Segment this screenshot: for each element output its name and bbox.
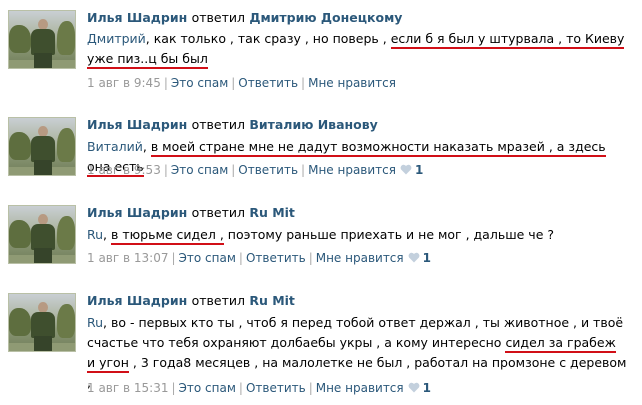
addressee-link[interactable]: Виталий [87,139,143,154]
like-link[interactable]: Мне нравится [316,381,404,395]
addressee-link[interactable]: Ru [87,315,103,330]
like-link[interactable]: Мне нравится [308,163,396,177]
spam-link[interactable]: Это спам [171,76,228,90]
comment-meta: 1 авг в 13:07 | Это спам | Ответить | Мне нрав… [87,251,431,265]
author-link[interactable]: Илья Шадрин [87,117,187,132]
comment-text-underlined: в тюрьме сидел , [111,227,224,245]
spam-link[interactable]: Это спам [179,251,236,265]
addressee-link[interactable]: Дмитрий [87,31,146,46]
addressee-link[interactable]: Ru [87,227,103,242]
verb-label: ответил [191,293,245,308]
comment-date[interactable]: 1 авг в 13:07 [87,251,168,265]
comment-text-plain: поэтому раньше приехать и не мог , дальш… [227,227,554,242]
comment-text-plain: , как только , так сразу , но поверь , [145,31,387,46]
heart-icon[interactable] [408,382,420,393]
verb-label: ответил [191,205,245,220]
heart-icon[interactable] [400,164,412,175]
reply-target-link[interactable]: Ru Mit [249,293,295,308]
comment-meta: 1 авг в 9:53 | Это спам | Ответить | Мне нрави… [87,163,424,177]
comment-header: Илья Шадрин ответил Ru Mit [87,205,295,220]
author-link[interactable]: Илья Шадрин [87,205,187,220]
heart-icon[interactable] [408,252,420,263]
verb-label: ответил [191,10,245,25]
comment-date[interactable]: 1 авг в 15:31 [87,381,168,395]
reply-link[interactable]: Ответить [246,251,306,265]
like-count: 1 [422,251,431,265]
reply-target-link[interactable]: Дмитрию Донецкому [249,10,402,25]
reply-link[interactable]: Ответить [246,381,306,395]
comment-date[interactable]: 1 авг в 9:53 [87,163,161,177]
author-link[interactable]: Илья Шадрин [87,293,187,308]
avatar[interactable] [8,205,76,264]
spam-link[interactable]: Это спам [179,381,236,395]
comment-date[interactable]: 1 авг в 9:45 [87,76,161,90]
comment-header: Илья Шадрин ответил Виталию Иванову [87,117,378,132]
avatar[interactable] [8,117,76,176]
comment-meta: 1 авг в 9:45 | Это спам | Ответить | Мне нрави… [87,76,396,90]
comment-text: Дмитрий, как только , так сразу , но пов… [87,29,627,69]
verb-label: ответил [191,117,245,132]
like-link[interactable]: Мне нравится [316,251,404,265]
reply-link[interactable]: Ответить [238,76,298,90]
comment-header: Илья Шадрин ответил Ru Mit [87,293,295,308]
comment-text: Ru, в тюрьме сидел , поэтому раньше прие… [87,225,627,245]
reply-target-link[interactable]: Виталию Иванову [249,117,377,132]
avatar[interactable] [8,10,76,69]
comment-meta: 1 авг в 15:31 | Это спам | Ответить | Мне нрав… [87,381,431,395]
comment-header: Илья Шадрин ответил Дмитрию Донецкому [87,10,402,25]
like-link[interactable]: Мне нравится [308,76,396,90]
author-link[interactable]: Илья Шадрин [87,10,187,25]
avatar[interactable] [8,293,76,352]
reply-link[interactable]: Ответить [238,163,298,177]
like-count: 1 [422,381,431,395]
spam-link[interactable]: Это спам [171,163,228,177]
like-count: 1 [414,163,424,177]
reply-target-link[interactable]: Ru Mit [249,205,295,220]
